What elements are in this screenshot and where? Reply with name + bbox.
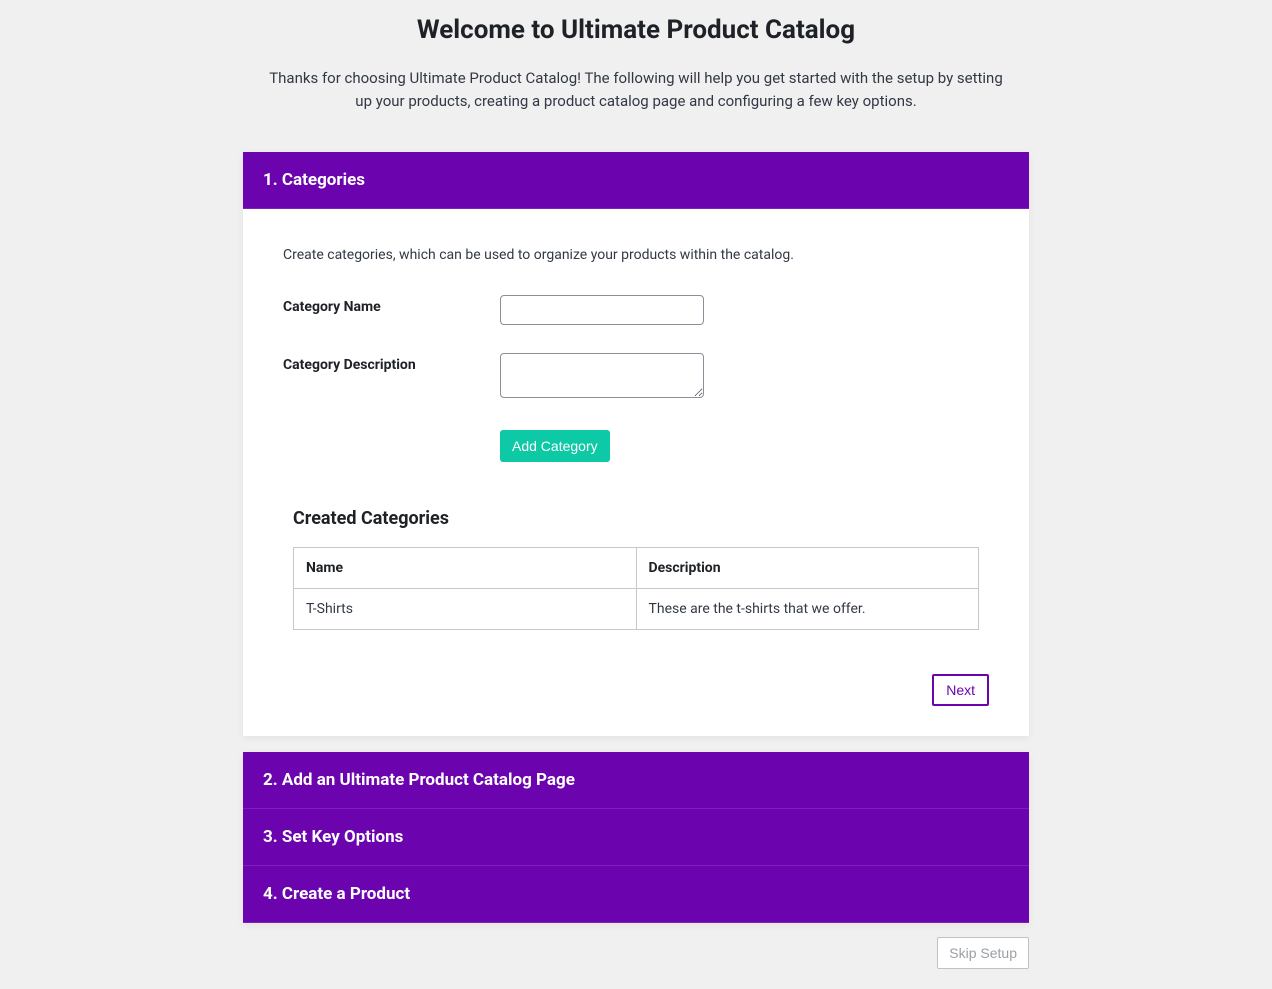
skip-row: Skip Setup	[243, 937, 1029, 969]
table-header-name: Name	[294, 547, 637, 588]
row-name-cell: T-Shirts	[294, 588, 637, 629]
step-1-body: Create categories, which can be used to …	[243, 209, 1029, 736]
step-1-footer: Next	[283, 674, 989, 706]
table-row: T-Shirts These are the t-shirts that we …	[294, 588, 979, 629]
next-button[interactable]: Next	[932, 674, 989, 706]
row-desc-cell: These are the t-shirts that we offer.	[636, 588, 979, 629]
created-categories-section: Created Categories Name Description T-Sh…	[283, 498, 989, 630]
step-1-card: 1. Categories Create categories, which c…	[243, 152, 1029, 736]
step-2-header[interactable]: 2. Add an Ultimate Product Catalog Page	[243, 752, 1029, 809]
created-categories-title: Created Categories	[293, 508, 979, 529]
page-title: Welcome to Ultimate Product Catalog	[243, 15, 1029, 45]
collapsed-steps: 2. Add an Ultimate Product Catalog Page …	[243, 752, 1029, 923]
category-name-row: Category Name	[283, 295, 989, 325]
step-1-header[interactable]: 1. Categories	[243, 152, 1029, 209]
table-header-desc: Description	[636, 547, 979, 588]
categories-table: Name Description T-Shirts These are the …	[293, 547, 979, 630]
step-3-header[interactable]: 3. Set Key Options	[243, 809, 1029, 866]
add-category-row: Add Category	[283, 430, 989, 462]
page-subtitle: Thanks for choosing Ultimate Product Cat…	[251, 67, 1021, 114]
category-name-input[interactable]	[500, 295, 704, 325]
add-category-button[interactable]: Add Category	[500, 430, 610, 462]
category-name-label: Category Name	[283, 295, 500, 315]
skip-setup-button[interactable]: Skip Setup	[937, 937, 1029, 969]
step-1-description: Create categories, which can be used to …	[283, 247, 989, 263]
category-desc-label: Category Description	[283, 353, 500, 373]
category-desc-input[interactable]	[500, 353, 704, 398]
step-4-header[interactable]: 4. Create a Product	[243, 866, 1029, 923]
category-desc-row: Category Description	[283, 353, 989, 402]
